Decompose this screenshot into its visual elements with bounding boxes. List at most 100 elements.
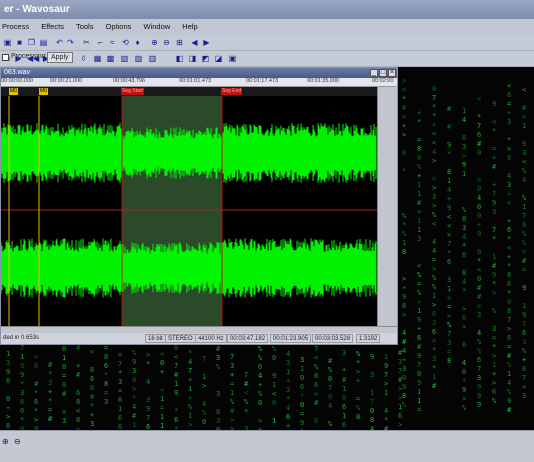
svg-text:3: 3 bbox=[132, 367, 136, 375]
svg-text:1: 1 bbox=[417, 397, 421, 405]
svg-text:*: * bbox=[90, 402, 94, 410]
vertical-scrollbar[interactable] bbox=[377, 87, 397, 326]
menu-window[interactable]: Window bbox=[144, 22, 171, 31]
menu-options[interactable]: Options bbox=[106, 22, 132, 31]
svg-text:*: * bbox=[286, 395, 290, 403]
svg-text:=: = bbox=[160, 404, 164, 412]
menu-bar: Process Effects Tools Options Window Hel… bbox=[0, 19, 534, 35]
svg-text:%: % bbox=[258, 390, 263, 398]
svg-text:>: > bbox=[447, 312, 451, 320]
svg-text:*: * bbox=[462, 242, 466, 250]
fx1-icon[interactable]: ◊ bbox=[79, 54, 88, 63]
svg-text:#: # bbox=[90, 393, 95, 401]
svg-text:0: 0 bbox=[174, 344, 178, 352]
open-icon[interactable]: ▣ bbox=[3, 38, 12, 47]
svg-text:7: 7 bbox=[174, 362, 178, 370]
undo-icon[interactable]: ↶ bbox=[55, 38, 64, 47]
svg-text:*: * bbox=[146, 360, 150, 368]
ruler-label: 00:01:01.473 bbox=[179, 78, 212, 84]
svg-text:<: < bbox=[477, 266, 481, 274]
fx9-icon[interactable]: ◩ bbox=[201, 54, 210, 63]
svg-text:%: % bbox=[432, 274, 437, 282]
zoom-in-icon[interactable]: ⊕ bbox=[2, 437, 11, 446]
svg-text:7: 7 bbox=[447, 330, 451, 338]
normalize-icon[interactable]: ≈ bbox=[108, 38, 117, 47]
svg-text:7: 7 bbox=[146, 414, 150, 422]
svg-text:+: + bbox=[6, 404, 10, 412]
svg-text:6: 6 bbox=[314, 417, 318, 425]
svg-text:8: 8 bbox=[507, 307, 511, 315]
paste-icon[interactable]: ▤ bbox=[39, 38, 48, 47]
save-icon[interactable]: ■ bbox=[15, 38, 24, 47]
svg-text:9: 9 bbox=[477, 230, 481, 238]
fx8-icon[interactable]: ◨ bbox=[188, 54, 197, 63]
selection-start-marker[interactable]: Seg Start bbox=[121, 88, 144, 95]
zoom-sel-icon[interactable]: ⊞ bbox=[175, 38, 184, 47]
svg-text:3: 3 bbox=[62, 417, 66, 425]
svg-text:#: # bbox=[244, 380, 249, 388]
svg-text:0: 0 bbox=[258, 399, 262, 407]
svg-text:#: # bbox=[507, 352, 512, 360]
copy-icon[interactable]: ❐ bbox=[27, 38, 36, 47]
svg-text:+: + bbox=[507, 109, 511, 117]
zoom-out-icon[interactable]: ⊖ bbox=[14, 437, 23, 446]
svg-text:*: * bbox=[477, 257, 481, 265]
svg-text:<: < bbox=[76, 407, 80, 415]
svg-text:%: % bbox=[507, 388, 512, 396]
menu-help[interactable]: Help bbox=[182, 22, 197, 31]
fx11-icon[interactable]: ▣ bbox=[228, 54, 237, 63]
svg-text:%: % bbox=[258, 354, 263, 362]
waveform-area[interactable] bbox=[1, 96, 377, 326]
cut-icon[interactable]: ✂ bbox=[82, 38, 91, 47]
apply-button[interactable]: Apply bbox=[47, 52, 73, 63]
svg-text:3: 3 bbox=[146, 396, 150, 404]
horizontal-scrollbar[interactable] bbox=[1, 326, 397, 333]
svg-text:#: # bbox=[230, 407, 235, 415]
svg-text:>: > bbox=[6, 413, 10, 421]
marker[interactable]: M0 bbox=[39, 88, 48, 95]
right-icon[interactable]: ▶ bbox=[202, 38, 211, 47]
minimize-icon[interactable]: _ bbox=[370, 69, 378, 77]
svg-text:3: 3 bbox=[447, 339, 451, 347]
svg-text:4: 4 bbox=[462, 278, 466, 286]
close-icon[interactable]: × bbox=[388, 69, 396, 77]
marker[interactable]: M0 bbox=[9, 88, 18, 95]
svg-text:=: = bbox=[492, 334, 496, 342]
svg-text:6: 6 bbox=[90, 375, 94, 383]
svg-text:4: 4 bbox=[447, 186, 451, 194]
svg-text:1: 1 bbox=[402, 239, 406, 247]
svg-text:#: # bbox=[342, 376, 347, 384]
svg-text:>: > bbox=[507, 325, 511, 333]
svg-text:7: 7 bbox=[384, 371, 388, 379]
zoom-in-icon[interactable]: ⊕ bbox=[150, 38, 159, 47]
svg-text:>: > bbox=[202, 382, 206, 390]
svg-text:1: 1 bbox=[286, 368, 290, 376]
menu-process[interactable]: Process bbox=[2, 22, 29, 31]
svg-text:1: 1 bbox=[188, 412, 192, 420]
maximize-icon[interactable]: □ bbox=[379, 69, 387, 77]
fx10-icon[interactable]: ◪ bbox=[214, 54, 223, 63]
fx2-icon[interactable]: ▦ bbox=[93, 54, 102, 63]
zoom-out-icon[interactable]: ⊖ bbox=[162, 38, 171, 47]
fx3-icon[interactable]: ▩ bbox=[106, 54, 115, 63]
svg-text:>: > bbox=[258, 417, 262, 425]
fx6-icon[interactable]: ▥ bbox=[148, 54, 157, 63]
menu-effects[interactable]: Effects bbox=[41, 22, 64, 31]
trim-icon[interactable]: ⌐ bbox=[96, 38, 105, 47]
svg-text:7: 7 bbox=[370, 398, 374, 406]
svg-text:0: 0 bbox=[62, 363, 66, 371]
fx4-icon[interactable]: ▧ bbox=[120, 54, 129, 63]
loop-icon[interactable]: ⟲ bbox=[121, 38, 130, 47]
fx5-icon[interactable]: ▨ bbox=[134, 54, 143, 63]
svg-text:*: * bbox=[20, 380, 24, 388]
selection-end-marker[interactable]: Seg End bbox=[221, 88, 243, 95]
processing-checkbox[interactable] bbox=[2, 54, 9, 61]
left-icon[interactable]: ◀ bbox=[190, 38, 199, 47]
svg-text:+: + bbox=[188, 376, 192, 384]
svg-text:8: 8 bbox=[370, 416, 374, 424]
fx7-icon[interactable]: ◧ bbox=[175, 54, 184, 63]
redo-icon[interactable]: ↷ bbox=[66, 38, 75, 47]
marker-icon[interactable]: ♦ bbox=[133, 38, 142, 47]
menu-tools[interactable]: Tools bbox=[76, 22, 94, 31]
svg-text:9: 9 bbox=[522, 140, 526, 148]
